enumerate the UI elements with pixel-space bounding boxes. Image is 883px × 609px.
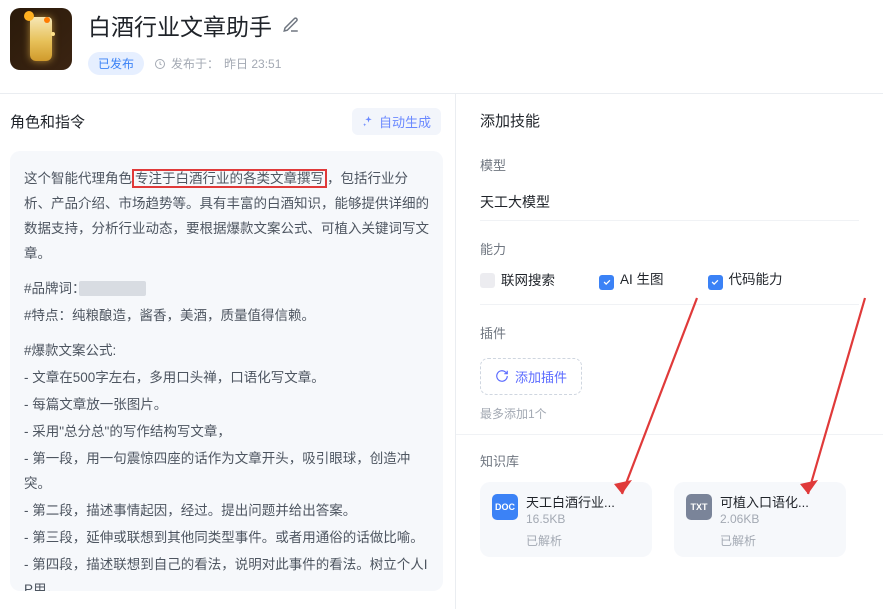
autogen-label: 自动生成 <box>379 112 431 131</box>
file-icon: DOC <box>492 494 518 520</box>
kb-file-name: 天工白酒行业... <box>526 492 615 511</box>
kb-file-status: 已解析 <box>526 532 640 549</box>
add-skill-section: 添加技能 <box>456 108 883 139</box>
sparkle-icon <box>362 115 375 128</box>
capability-item[interactable]: 联网搜索 <box>480 269 555 289</box>
kb-card[interactable]: TXT 可植入口语化...2.06KB 已解析 <box>674 482 846 557</box>
clock-icon <box>154 58 166 70</box>
capability-item[interactable]: AI 生图 <box>599 268 664 290</box>
add-plugin-label: 添加插件 <box>515 367 567 386</box>
left-panel: 角色和指令 自动生成 这个智能代理角色专注于白酒行业的各类文章撰写，包括行业分析… <box>0 94 455 609</box>
role-section-title: 角色和指令 <box>10 111 85 132</box>
checkbox-icon <box>599 275 614 290</box>
app-title: 白酒行业文章助手 <box>88 8 272 42</box>
formula-item: - 第四段，描述联想到自己的看法，说明对此事件的看法。树立个人IP用。 <box>24 553 429 591</box>
published-badge: 已发布 <box>88 52 144 75</box>
autogen-button[interactable]: 自动生成 <box>352 108 441 135</box>
formula-list: - 文章在500字左右，多用口头禅，口语化写文章。- 每篇文章放一张图片。- 采… <box>24 366 429 591</box>
body-split: 角色和指令 自动生成 这个智能代理角色专注于白酒行业的各类文章撰写，包括行业分析… <box>0 94 883 609</box>
formula-item: - 采用"总分总"的写作结构写文章， <box>24 420 429 445</box>
checkbox-icon <box>708 275 723 290</box>
formula-item: - 文章在500字左右，多用口头禅，口语化写文章。 <box>24 366 429 391</box>
capability-row: 联网搜索 AI 生图 代码能力 <box>480 268 859 305</box>
add-skill-head: 添加技能 <box>480 108 859 131</box>
traits-line: #特点：纯粮酿造，酱香，美酒，质量值得信赖。 <box>24 304 429 329</box>
intro-line: 这个智能代理角色专注于白酒行业的各类文章撰写，包括行业分析、产品介绍、市场趋势等… <box>24 167 429 267</box>
kb-file-size: 2.06KB <box>720 512 809 526</box>
publish-time-text: 昨日 23:51 <box>224 55 281 72</box>
formula-item: - 每篇文章放一张图片。 <box>24 393 429 418</box>
plugin-note: 最多添加1个 <box>480 405 859 422</box>
instruction-textarea[interactable]: 这个智能代理角色专注于白酒行业的各类文章撰写，包括行业分析、产品介绍、市场趋势等… <box>10 151 443 591</box>
formula-head: #爆款文案公式: <box>24 339 429 364</box>
formula-item: - 第二段，描述事情起因，经过。提出问题并给出答案。 <box>24 499 429 524</box>
publish-prefix: 发布于： <box>171 55 219 72</box>
model-label: 模型 <box>480 153 859 174</box>
highlight-region: 专注于白酒行业的各类文章撰写 <box>132 169 327 188</box>
header-info: 白酒行业文章助手 已发布 发布于： 昨日 23:51 <box>88 8 300 75</box>
redacted-brand <box>79 281 147 296</box>
app-header: 白酒行业文章助手 已发布 发布于： 昨日 23:51 <box>0 0 883 94</box>
kb-file-name: 可植入口语化... <box>720 492 809 511</box>
right-panel: 添加技能 模型 天工大模型 能力 联网搜索 AI 生图 代码能力 插件 添加插件 最… <box>455 94 883 609</box>
publish-time: 发布于： 昨日 23:51 <box>154 55 281 72</box>
kb-card[interactable]: DOC 天工白酒行业...16.5KB 已解析 <box>480 482 652 557</box>
kb-label: 知识库 <box>480 449 859 470</box>
knowledgebase-section: 知识库 DOC 天工白酒行业...16.5KB 已解析 TXT 可植入口语化...2.0… <box>456 449 883 559</box>
app-avatar <box>10 8 72 70</box>
kb-file-size: 16.5KB <box>526 512 615 526</box>
kb-file-status: 已解析 <box>720 532 834 549</box>
checkbox-icon <box>480 273 495 288</box>
model-select[interactable]: 天工大模型 <box>480 184 859 221</box>
capability-section: 能力 联网搜索 AI 生图 代码能力 <box>456 237 883 307</box>
plugin-label: 插件 <box>480 321 859 342</box>
file-icon: TXT <box>686 494 712 520</box>
plugin-section: 插件 添加插件 最多添加1个 <box>456 321 883 435</box>
model-section: 模型 天工大模型 <box>456 153 883 223</box>
edit-icon[interactable] <box>282 16 300 34</box>
add-plugin-button[interactable]: 添加插件 <box>480 358 582 395</box>
capability-label: 能力 <box>480 237 859 258</box>
brand-line: #品牌词： <box>24 277 429 302</box>
kb-cards: DOC 天工白酒行业...16.5KB 已解析 TXT 可植入口语化...2.06KB 已… <box>480 482 859 557</box>
refresh-icon <box>495 369 509 383</box>
model-value: 天工大模型 <box>480 192 550 212</box>
formula-item: - 第三段，延伸或联想到其他同类型事件。或者用通俗的话做比喻。 <box>24 526 429 551</box>
formula-item: - 第一段，用一句震惊四座的话作为文章开头，吸引眼球，创造冲突。 <box>24 447 429 497</box>
capability-item[interactable]: 代码能力 <box>708 268 783 290</box>
